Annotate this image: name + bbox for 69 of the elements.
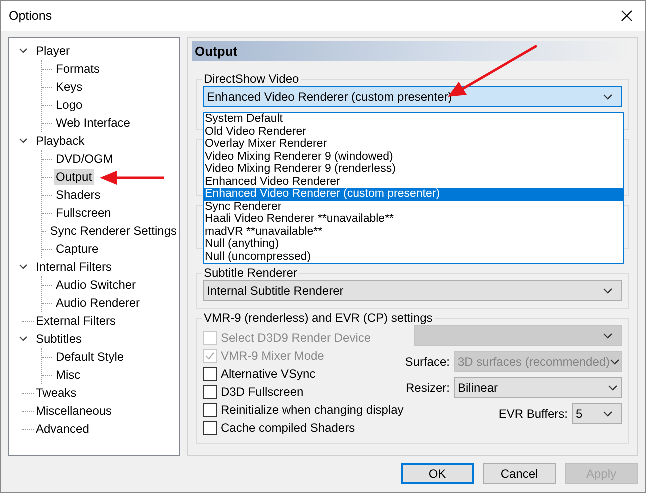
tree-item[interactable]: Miscellaneous <box>34 403 114 419</box>
chevron-down-icon <box>603 332 613 338</box>
dropdown-option[interactable]: madVR **unavailable** <box>204 226 623 238</box>
tree-item[interactable]: Internal Filters <box>34 259 114 275</box>
tree-item[interactable]: Fullscreen <box>54 205 114 221</box>
tree-item[interactable]: Formats <box>54 61 102 77</box>
checkbox-label: Reinitialize when changing display <box>221 403 404 417</box>
tree-item[interactable]: External Filters <box>34 313 118 329</box>
renderer-dropdown[interactable]: Enhanced Video Renderer (custom presenter) <box>203 86 622 107</box>
tree-item[interactable]: Logo <box>54 97 85 113</box>
field-label: EVR Buffers: <box>498 406 568 420</box>
checkbox-label: D3D Fullscreen <box>221 385 304 399</box>
field-label: Resizer: <box>406 380 450 394</box>
dialog-button[interactable]: OK <box>401 463 474 484</box>
dropdown-option[interactable]: System Default <box>204 113 623 126</box>
chevron-down-icon[interactable] <box>19 48 28 54</box>
tree-item[interactable]: Playback <box>34 133 87 149</box>
dialog-button[interactable]: Cancel <box>483 463 556 484</box>
close-icon[interactable] <box>621 10 633 22</box>
window-title: Options <box>9 9 52 23</box>
tree-item[interactable]: Audio Renderer <box>54 295 142 311</box>
tree-item[interactable]: Keys <box>54 79 85 95</box>
tree-item[interactable]: Capture <box>54 241 101 257</box>
checkbox[interactable] <box>203 403 217 417</box>
dropdown-option[interactable]: Video Mixing Renderer 9 (renderless) <box>204 163 623 176</box>
subtitle-renderer-dropdown[interactable]: Internal Subtitle Renderer <box>203 280 622 301</box>
tree-item[interactable]: Default Style <box>54 349 126 365</box>
arrow-drawing <box>100 171 164 185</box>
tree-item[interactable]: Sync Renderer Settings <box>48 223 179 239</box>
checkbox[interactable] <box>203 367 217 381</box>
dropdown-option[interactable]: Null (anything) <box>204 238 623 250</box>
chevron-down-icon <box>603 288 613 294</box>
tree-item[interactable]: Tweaks <box>34 385 79 401</box>
tree-item[interactable]: Player <box>34 43 72 59</box>
chevron-down-icon[interactable] <box>19 264 28 270</box>
checkbox-label: Select D3D9 Render Device <box>221 331 372 345</box>
dropdown-option[interactable]: Old Video Renderer <box>204 126 623 138</box>
tree-item[interactable]: DVD/OGM <box>54 151 116 167</box>
checkbox[interactable] <box>203 385 217 399</box>
dropdown-option[interactable]: Enhanced Video Renderer (custom presenter) <box>204 188 623 200</box>
tree-item[interactable]: Shaders <box>54 187 103 203</box>
group-label: Subtitle Renderer <box>203 266 298 280</box>
resizer-dropdown[interactable]: Bilinear <box>454 377 622 398</box>
chevron-down-icon <box>608 384 618 390</box>
group-label: VMR-9 (renderless) and EVR (CP) settings <box>203 311 434 325</box>
tree-item[interactable]: Advanced <box>34 421 92 437</box>
checkbox-label: Alternative VSync <box>221 367 316 381</box>
chevron-down-icon[interactable] <box>19 138 28 144</box>
tree-item[interactable]: Subtitles <box>34 331 84 347</box>
tree-item[interactable]: Web Interface <box>54 115 132 131</box>
tree-item[interactable]: Misc <box>54 367 83 383</box>
checkbox-label: Cache compiled Shaders <box>221 421 356 435</box>
chevron-down-icon <box>603 94 613 100</box>
dropdown-option[interactable]: Haali Video Renderer **unavailable** <box>204 213 623 226</box>
checkbox-label: VMR-9 Mixer Mode <box>221 349 324 363</box>
evr-buffers-dropdown[interactable]: 5 <box>572 403 622 424</box>
dropdown-option[interactable]: Video Mixing Renderer 9 (windowed) <box>204 150 623 163</box>
tree-item[interactable]: Audio Switcher <box>54 277 138 293</box>
field-label: Surface: <box>405 354 450 368</box>
chevron-down-icon <box>603 410 613 416</box>
checkbox[interactable] <box>203 421 217 435</box>
chevron-down-icon[interactable] <box>19 336 28 342</box>
chevron-down-icon <box>610 358 620 364</box>
dropdown-option[interactable]: Null (uncompressed) <box>204 250 623 263</box>
dropdown-option[interactable]: Sync Renderer <box>204 200 623 213</box>
tree-item[interactable]: Output <box>54 169 94 185</box>
dropdown-option[interactable]: Enhanced Video Renderer <box>204 176 623 188</box>
group-label: DirectShow Video <box>203 72 300 86</box>
dropdown-option[interactable]: Overlay Mixer Renderer <box>204 138 623 150</box>
